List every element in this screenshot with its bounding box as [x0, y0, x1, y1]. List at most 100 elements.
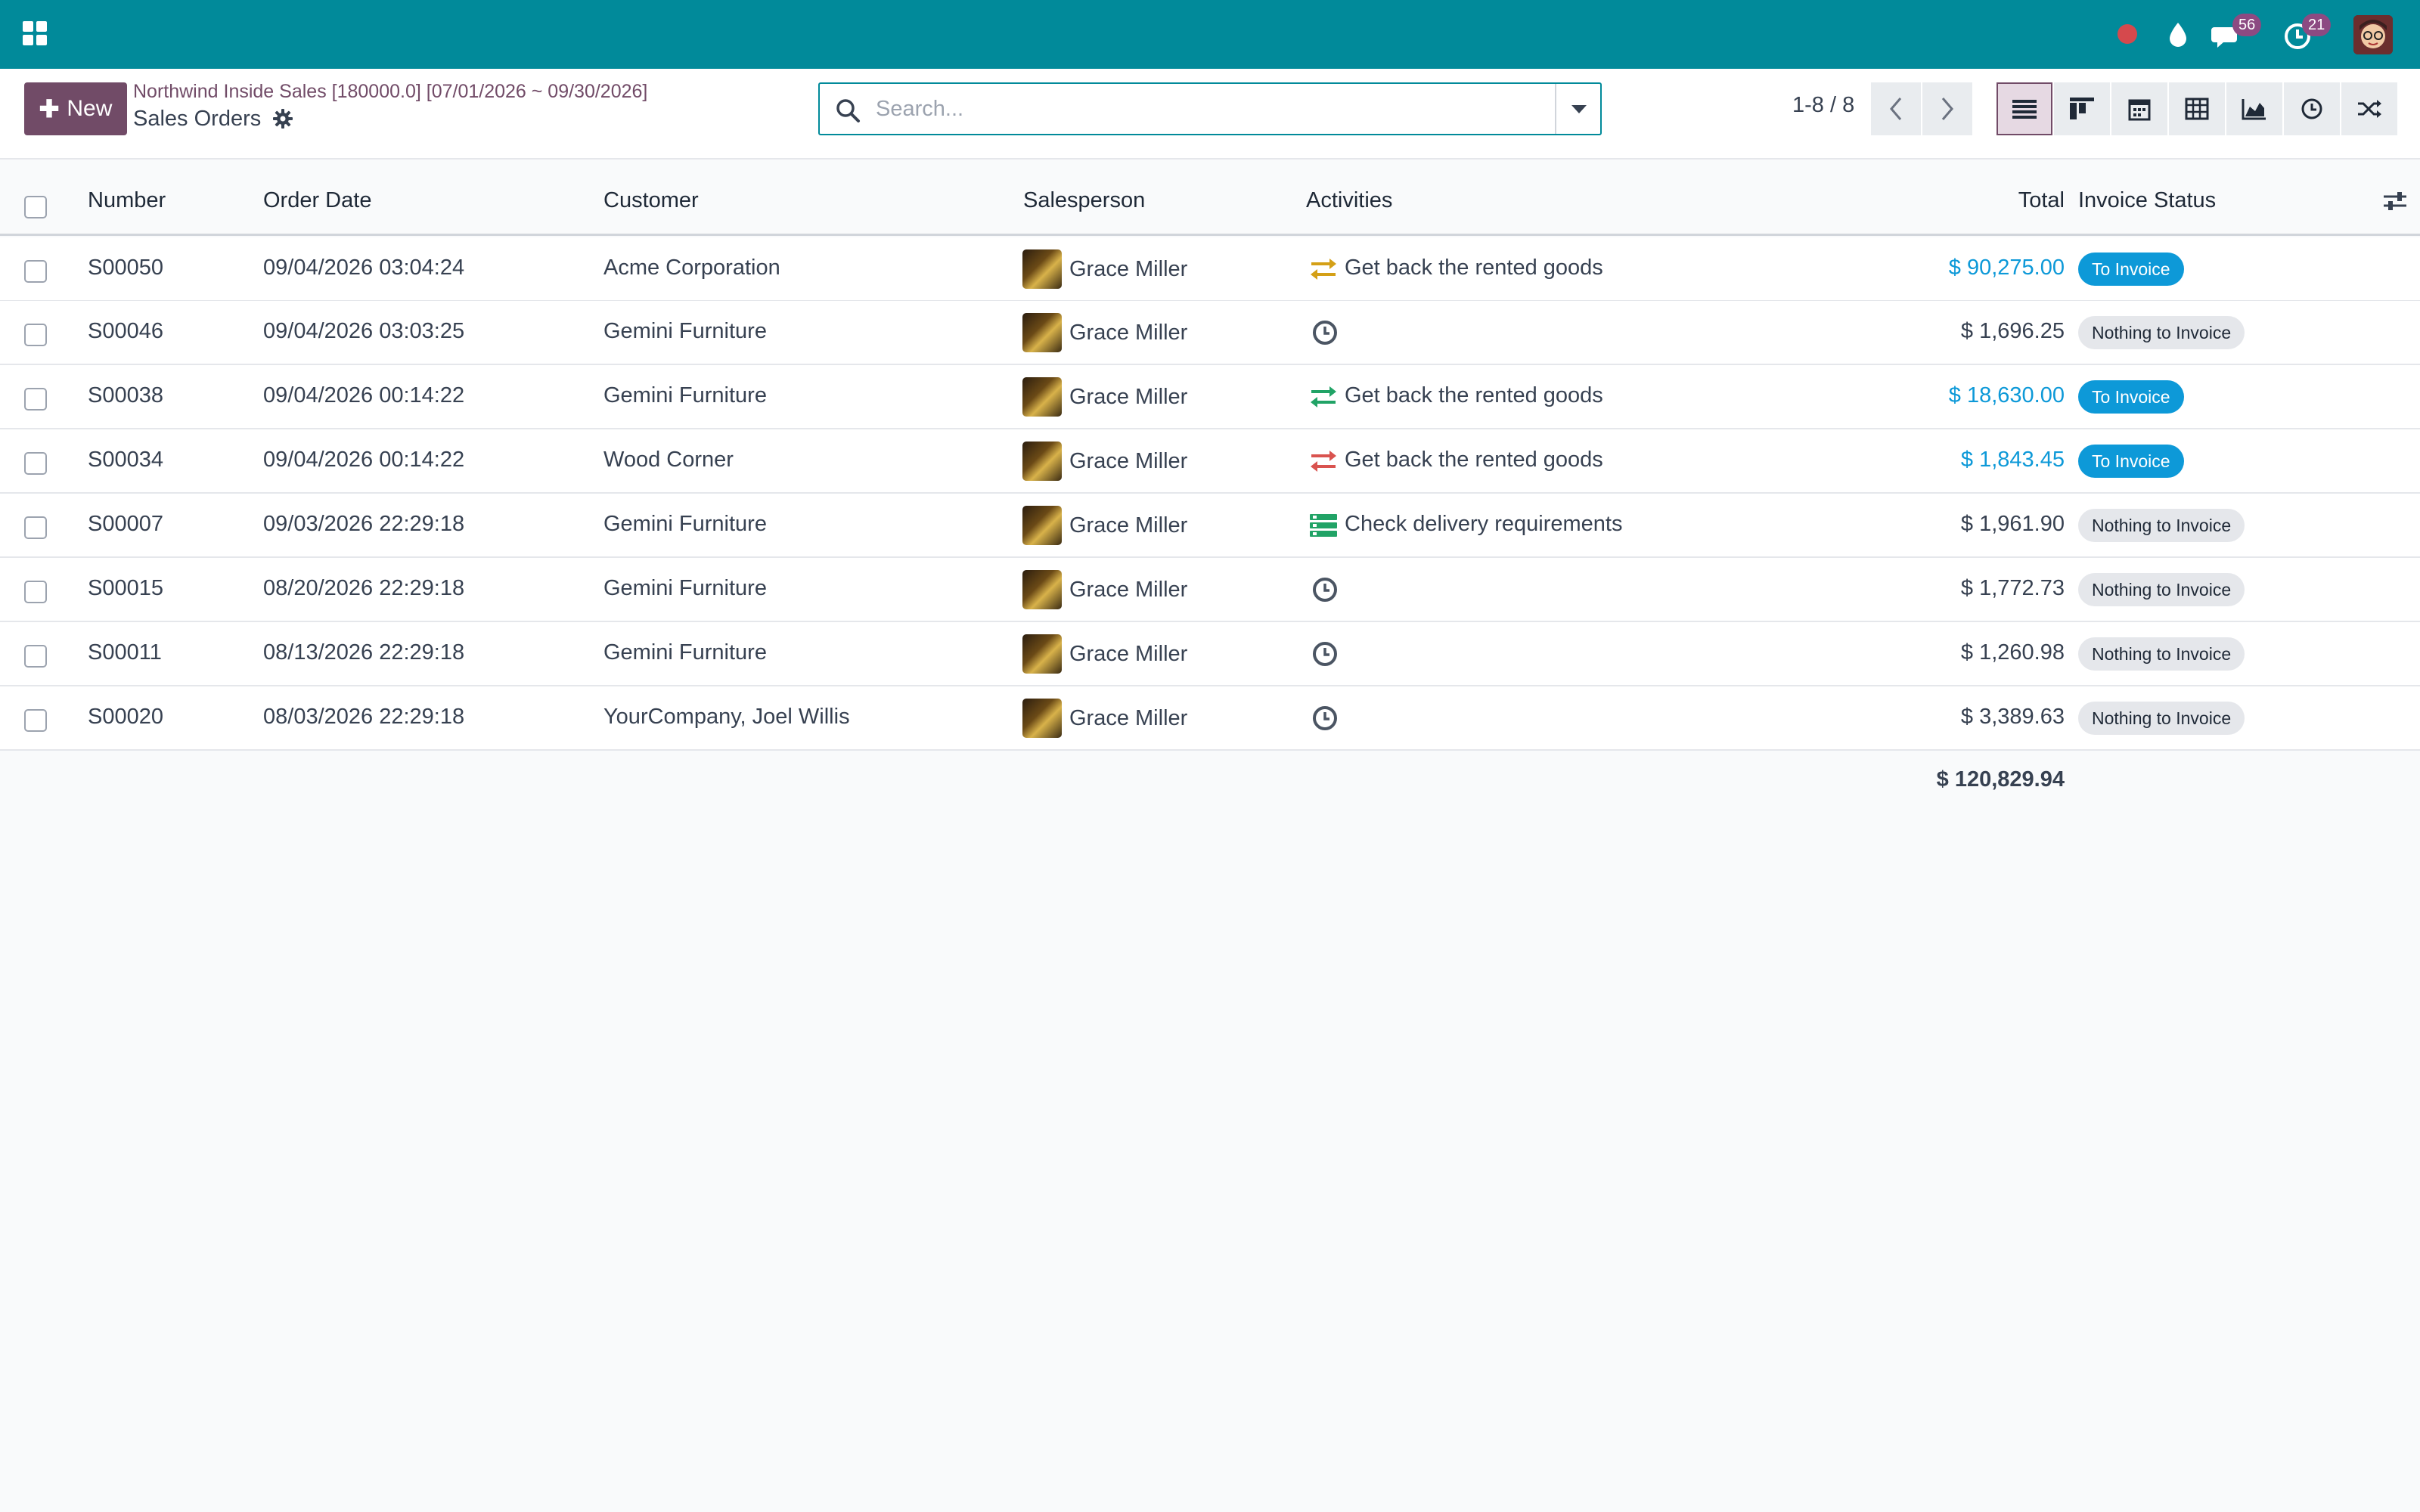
order-total: $ 1,961.90 — [1960, 512, 2065, 536]
clock-icon[interactable] — [1311, 576, 1339, 603]
user-avatar[interactable] — [2353, 15, 2393, 54]
row-checkbox[interactable] — [24, 324, 47, 346]
exchange-icon[interactable] — [1308, 383, 1339, 411]
table-row[interactable]: S00038 09/04/2026 00:14:22 Gemini Furnit… — [0, 365, 2420, 429]
row-checkbox[interactable] — [24, 516, 47, 539]
chevron-right-icon — [1941, 98, 1953, 120]
clock-icon[interactable] — [1311, 705, 1339, 732]
apps-grid-icon[interactable] — [23, 21, 47, 45]
select-all-checkbox[interactable] — [24, 196, 47, 218]
grand-total: $ 120,829.94 — [1936, 767, 2065, 792]
order-date: 08/03/2026 22:29:18 — [263, 705, 465, 729]
salesperson-avatar[interactable] — [1022, 699, 1062, 738]
exchange-icon[interactable] — [1308, 448, 1339, 475]
optional-columns-sliders-icon[interactable] — [2382, 190, 2408, 212]
pivot-view-button[interactable] — [2169, 82, 2225, 135]
activity-view-button[interactable] — [2284, 82, 2340, 135]
exchange-icon[interactable] — [1308, 256, 1339, 283]
clock-icon[interactable] — [1311, 640, 1339, 668]
salesperson-name: Grace Miller — [1069, 578, 1188, 602]
invoice-status-badge: To Invoice — [2078, 253, 2184, 286]
table-header: Number Order Date Customer Salesperson A… — [0, 160, 2420, 236]
order-date: 09/04/2026 03:03:25 — [263, 319, 465, 343]
column-header-invoice-status[interactable]: Invoice Status — [2078, 188, 2216, 213]
column-header-activities[interactable]: Activities — [1306, 188, 1392, 213]
salesperson-avatar[interactable] — [1022, 442, 1062, 481]
row-checkbox[interactable] — [24, 581, 47, 603]
activity-summary[interactable]: Check delivery requirements — [1345, 512, 1622, 537]
table-row[interactable]: S00011 08/13/2026 22:29:18 Gemini Furnit… — [0, 622, 2420, 686]
salesperson-avatar[interactable] — [1022, 313, 1062, 352]
table-row[interactable]: S00015 08/20/2026 22:29:18 Gemini Furnit… — [0, 558, 2420, 622]
salesperson-avatar[interactable] — [1022, 570, 1062, 609]
row-checkbox[interactable] — [24, 452, 47, 475]
search-input[interactable] — [876, 90, 1526, 128]
column-header-order-date[interactable]: Order Date — [263, 188, 371, 213]
random-shuffle-icon — [2358, 100, 2381, 118]
search-bar — [818, 82, 1602, 135]
order-number: S00020 — [88, 705, 163, 729]
row-checkbox[interactable] — [24, 388, 47, 411]
order-total: $ 1,772.73 — [1960, 576, 2065, 600]
table-row[interactable]: S00007 09/03/2026 22:29:18 Gemini Furnit… — [0, 494, 2420, 558]
order-total: $ 1,696.25 — [1960, 319, 2065, 343]
invoice-status-badge: To Invoice — [2078, 445, 2184, 478]
calendar-view-button[interactable] — [2111, 82, 2167, 135]
order-number: S00011 — [88, 640, 162, 665]
control-panel: ✚ New Northwind Inside Sales [180000.0] … — [0, 69, 2420, 160]
order-date: 08/20/2026 22:29:18 — [263, 576, 465, 600]
messages-count-badge: 56 — [2232, 14, 2262, 36]
graph-view-button[interactable] — [2226, 82, 2282, 135]
pager-next-button[interactable] — [1922, 82, 1972, 135]
drop-icon[interactable] — [2163, 20, 2193, 50]
salesperson-avatar[interactable] — [1022, 377, 1062, 417]
salesperson-avatar[interactable] — [1022, 506, 1062, 545]
table-row[interactable]: S00034 09/04/2026 00:14:22 Wood Corner G… — [0, 429, 2420, 494]
customer-name: Gemini Furniture — [603, 319, 767, 343]
customer-name: Gemini Furniture — [603, 383, 767, 407]
customer-name: Gemini Furniture — [603, 640, 767, 665]
order-total[interactable]: $ 1,843.45 — [1961, 448, 2065, 472]
row-checkbox[interactable] — [24, 709, 47, 732]
column-header-number[interactable]: Number — [88, 188, 166, 213]
column-header-salesperson[interactable]: Salesperson — [1023, 188, 1145, 213]
activity-summary[interactable]: Get back the rented goods — [1345, 383, 1603, 408]
row-checkbox[interactable] — [24, 645, 47, 668]
pivot-table-icon — [2185, 98, 2209, 120]
order-date: 08/13/2026 22:29:18 — [263, 640, 465, 665]
order-number: S00034 — [88, 448, 163, 472]
order-date: 09/04/2026 03:04:24 — [263, 256, 465, 280]
salesperson-avatar[interactable] — [1022, 634, 1062, 674]
list-view-button[interactable] — [1996, 82, 2052, 135]
order-total[interactable]: $ 90,275.00 — [1949, 256, 2065, 280]
order-date: 09/04/2026 00:14:22 — [263, 448, 465, 472]
pager-previous-button[interactable] — [1871, 82, 1921, 135]
recording-indicator-icon[interactable] — [2118, 24, 2137, 44]
activity-summary[interactable]: Get back the rented goods — [1345, 256, 1603, 280]
order-total[interactable]: $ 18,630.00 — [1949, 383, 2065, 408]
column-header-customer[interactable]: Customer — [603, 188, 699, 213]
salesperson-avatar[interactable] — [1022, 249, 1062, 289]
breadcrumb-parent[interactable]: Northwind Inside Sales [180000.0] [07/01… — [133, 81, 647, 103]
kanban-view-button[interactable] — [2054, 82, 2110, 135]
table-row[interactable]: S00050 09/04/2026 03:04:24 Acme Corporat… — [0, 237, 2420, 302]
order-date: 09/04/2026 00:14:22 — [263, 383, 465, 407]
row-checkbox[interactable] — [24, 260, 47, 283]
gear-icon[interactable] — [272, 108, 293, 129]
new-button[interactable]: ✚ New — [24, 82, 127, 135]
clock-icon[interactable] — [1311, 319, 1339, 346]
activity-summary[interactable]: Get back the rented goods — [1345, 448, 1603, 472]
tasks-icon[interactable] — [1308, 512, 1339, 539]
top-navbar: 56 21 — [0, 0, 2420, 69]
search-options-toggle[interactable] — [1555, 84, 1600, 134]
plus-icon: ✚ — [39, 95, 60, 122]
table-row[interactable]: S00046 09/04/2026 03:03:25 Gemini Furnit… — [0, 301, 2420, 365]
customer-name: Gemini Furniture — [603, 512, 767, 536]
pager-value[interactable]: 1-8 / 8 — [1792, 93, 1854, 118]
table-row[interactable]: S00020 08/03/2026 22:29:18 YourCompany, … — [0, 686, 2420, 751]
calendar-icon — [2128, 99, 2151, 121]
salesperson-name: Grace Miller — [1069, 449, 1188, 473]
column-header-total[interactable]: Total — [2018, 188, 2065, 213]
invoice-status-badge: Nothing to Invoice — [2078, 702, 2245, 735]
cohort-view-button[interactable] — [2341, 82, 2397, 135]
